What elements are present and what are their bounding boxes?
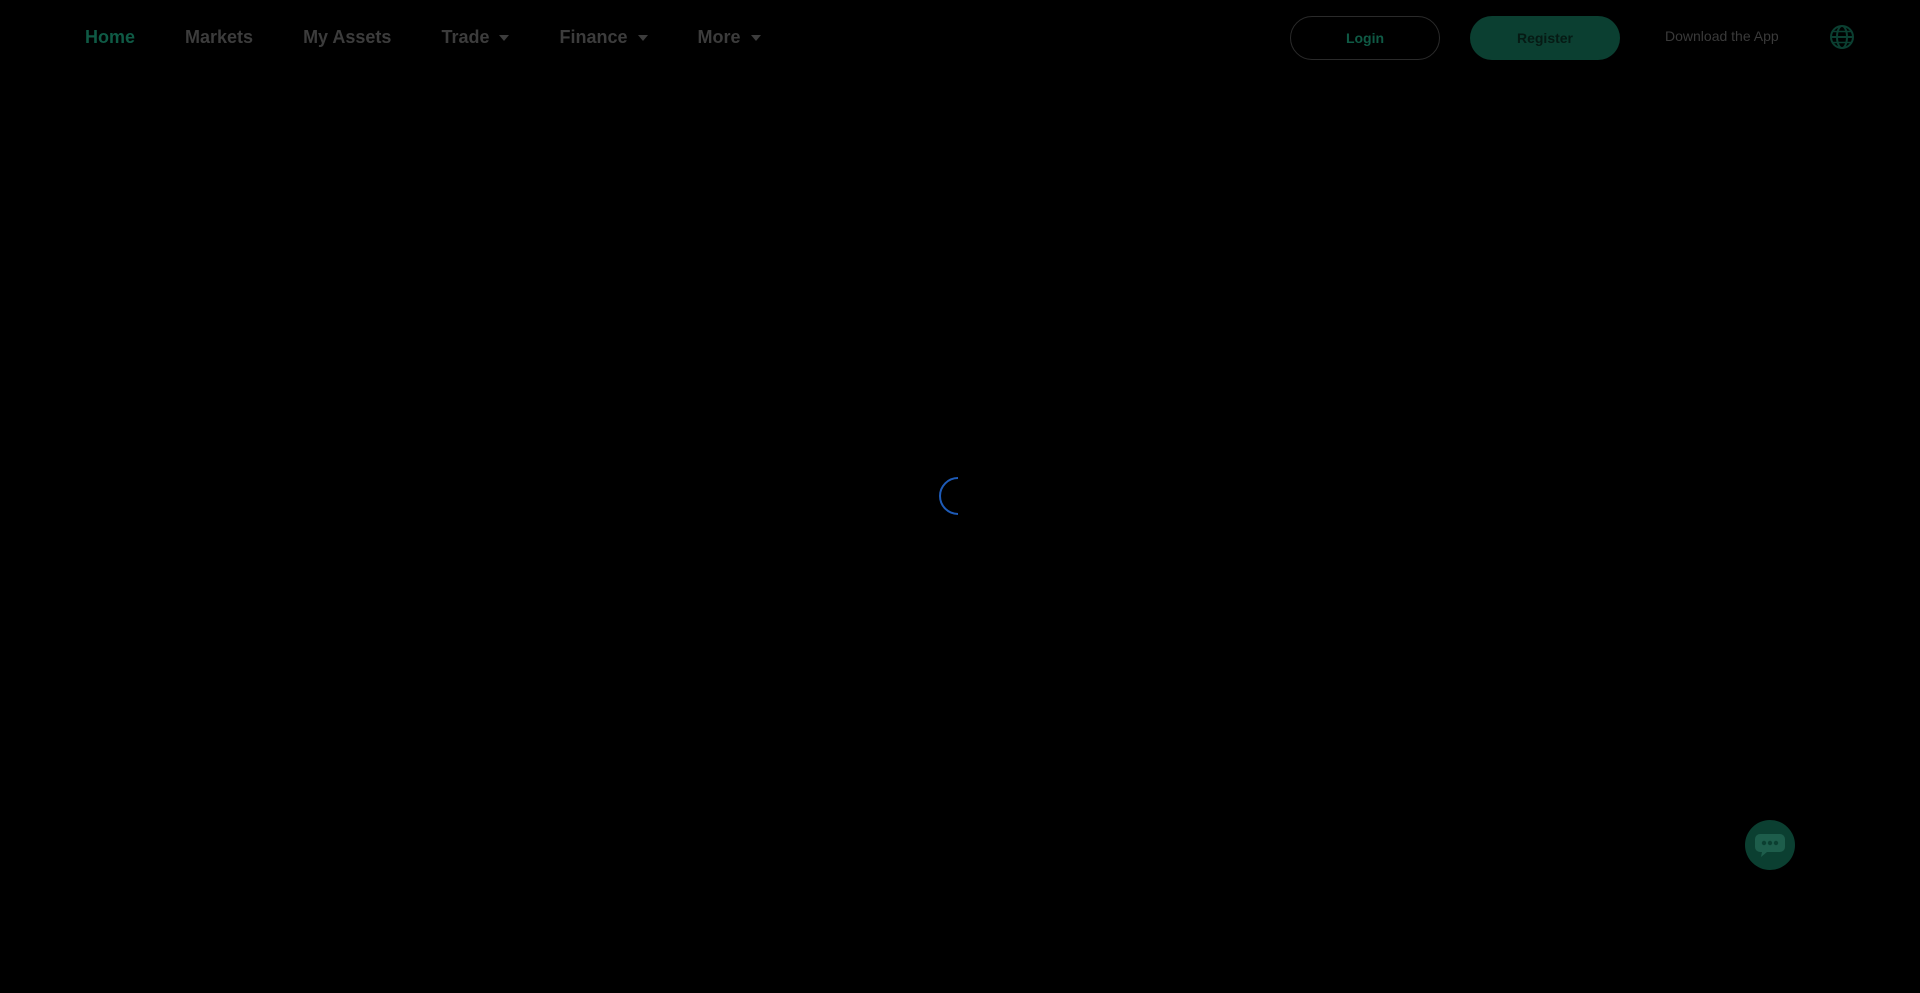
- nav-item-trade[interactable]: Trade: [441, 26, 510, 48]
- chevron-down-icon: [637, 35, 648, 41]
- download-app-link[interactable]: Download the App: [1665, 28, 1779, 44]
- main-nav: Home Markets My Assets Trade Finance Mor…: [85, 0, 811, 74]
- spinner-icon: [938, 476, 978, 516]
- nav-item-finance[interactable]: Finance: [559, 26, 648, 48]
- nav-item-markets[interactable]: Markets: [185, 27, 253, 48]
- nav-item-label: My Assets: [303, 26, 392, 47]
- globe-icon[interactable]: [1829, 24, 1855, 50]
- chevron-down-icon: [750, 35, 761, 41]
- chevron-down-icon: [499, 35, 510, 41]
- nav-item-label: Home: [85, 26, 136, 47]
- top-navigation-bar: Home Markets My Assets Trade Finance Mor…: [0, 0, 1920, 74]
- nav-item-more[interactable]: More: [698, 27, 761, 48]
- chat-bubble-icon: [1755, 834, 1785, 857]
- nav-item-label: Markets: [185, 26, 254, 47]
- nav-item-my-assets[interactable]: My Assets: [303, 27, 391, 48]
- nav-item-label: Trade: [441, 26, 490, 47]
- nav-item-home[interactable]: Home: [85, 27, 135, 48]
- nav-item-label: More: [697, 26, 741, 47]
- page: Home Markets My Assets Trade Finance Mor…: [0, 0, 1920, 993]
- register-button[interactable]: Register: [1470, 16, 1620, 60]
- login-button[interactable]: Login: [1290, 16, 1440, 60]
- nav-item-label: Finance: [559, 26, 628, 47]
- chat-button[interactable]: [1745, 820, 1795, 870]
